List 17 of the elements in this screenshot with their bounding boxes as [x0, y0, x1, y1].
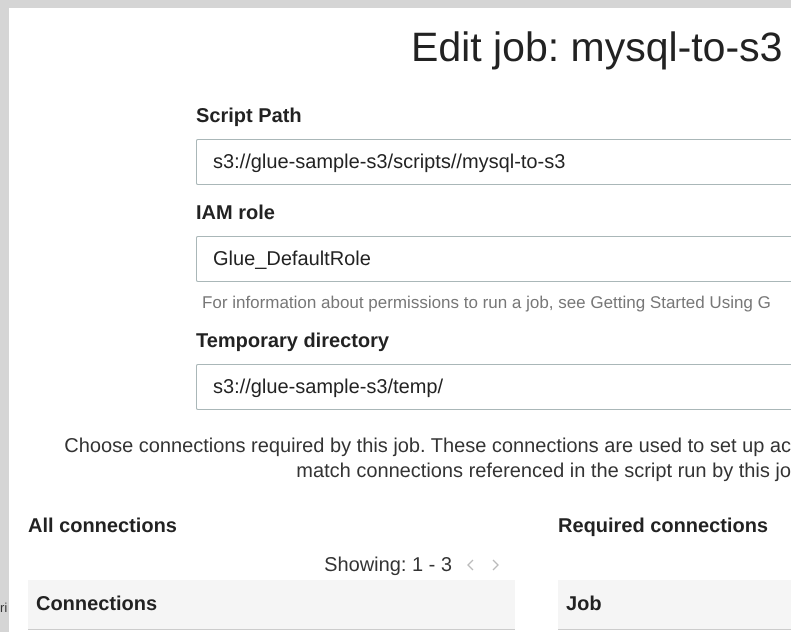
previous-page-icon[interactable] — [466, 557, 476, 573]
hint-text: For information about permissions to run a job, see Getting Started Using G — [202, 293, 772, 313]
field-label: Script Path — [196, 104, 303, 128]
intro-text: Choose connections required by this job. These connections are used to set up ac match connections referenced in the script run by this jo — [63, 434, 791, 484]
section-heading: All connections — [28, 514, 178, 538]
pagination-text: Showing: 1 - 3 — [324, 554, 452, 576]
column-header[interactable]: Connections — [28, 580, 515, 630]
input-field[interactable]: s3://glue-sample-s3/temp/ — [196, 364, 791, 410]
background-text: ri — [0, 600, 8, 615]
field-label: Temporary directory — [196, 329, 390, 353]
next-page-icon[interactable] — [490, 557, 500, 573]
input-field[interactable]: Glue_DefaultRole — [196, 236, 791, 282]
input-field[interactable]: s3://glue-sample-s3/scripts//mysql-to-s3 — [196, 139, 791, 185]
field-label: IAM role — [196, 201, 276, 225]
section-heading: Required connections — [558, 514, 770, 538]
column-header[interactable]: Job — [558, 580, 791, 630]
page-title: Edit job: mysql-to-s3 — [411, 23, 784, 72]
